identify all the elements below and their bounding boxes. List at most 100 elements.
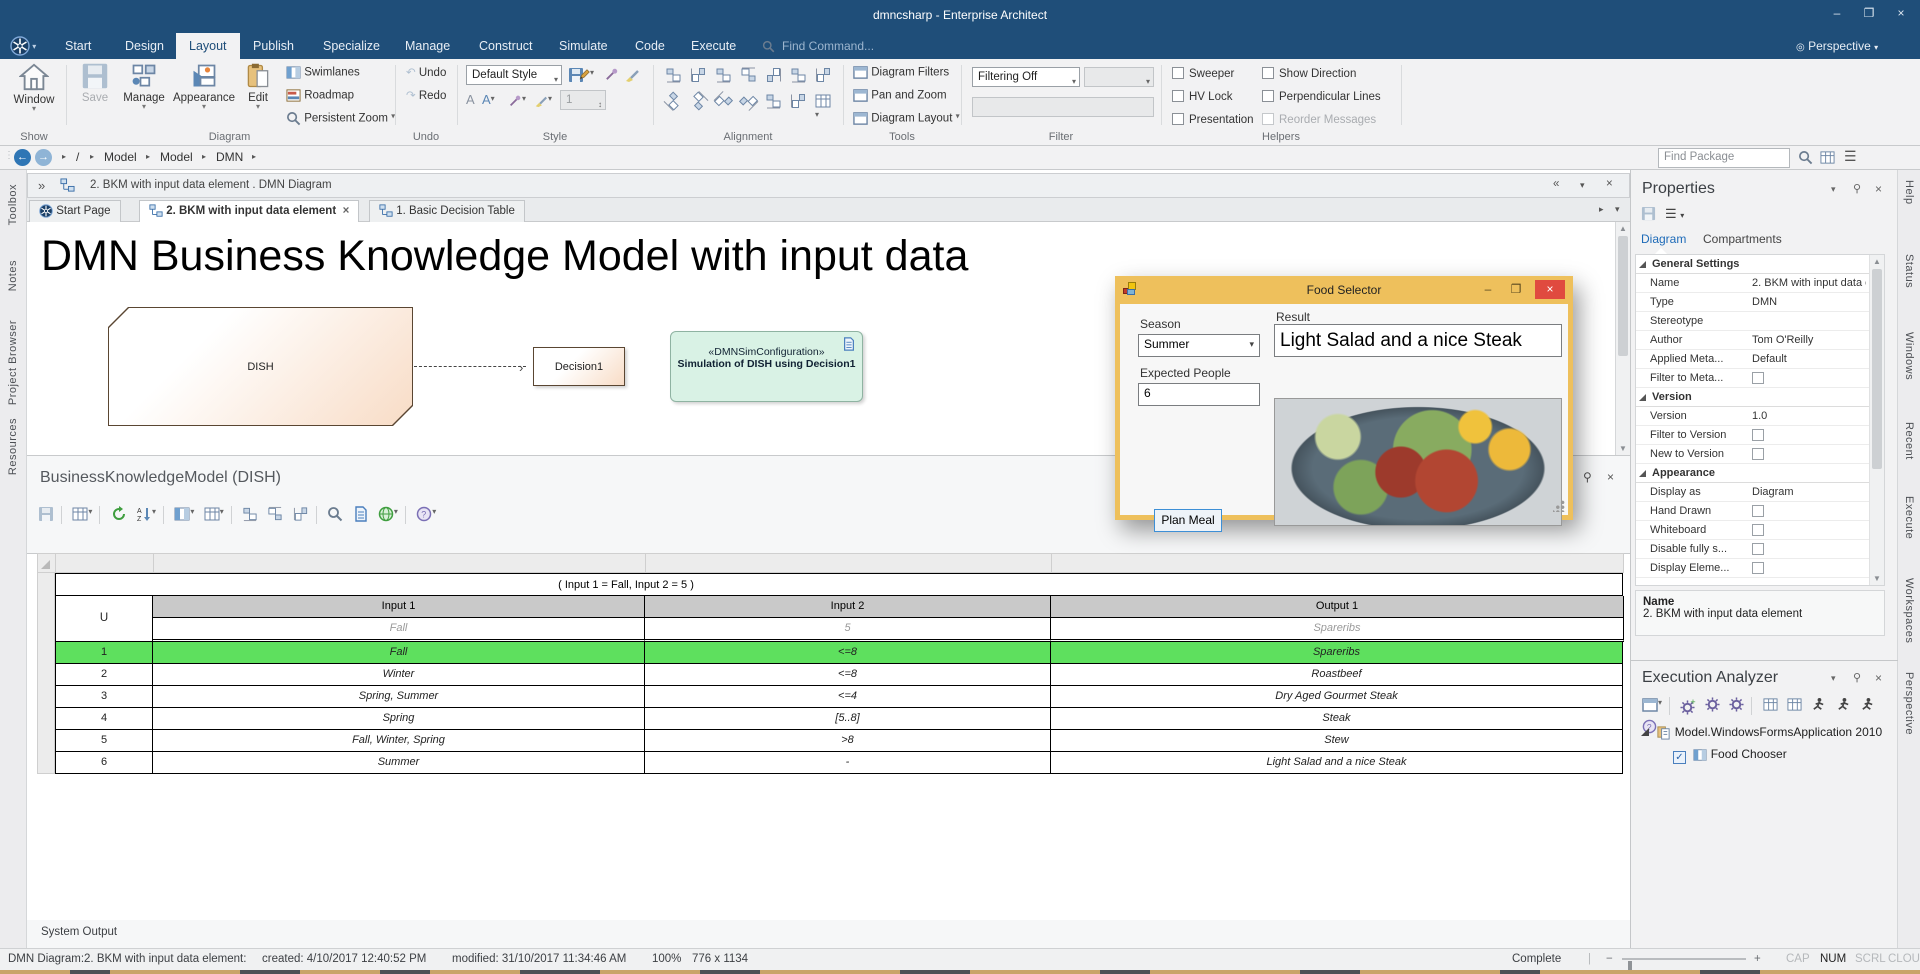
align-left-icon[interactable] [665, 93, 682, 109]
rail-tab-help[interactable]: Help [1903, 180, 1915, 205]
perpendicular-lines-checkbox[interactable]: Perpendicular Lines [1262, 90, 1381, 103]
table-row[interactable]: 1 Fall <=8 Spareribs [55, 642, 1623, 664]
find-package-input[interactable]: Find Package [1658, 148, 1790, 168]
scroll-up-icon[interactable]: ▲ [1870, 257, 1884, 266]
headline-row[interactable]: ( Input 1 = Fall, Input 2 = 5 ) [55, 573, 1623, 596]
find-package-search-icon[interactable] [1798, 150, 1813, 165]
input2-cell[interactable]: [5..8] [645, 708, 1051, 730]
row-gutter-cell[interactable] [37, 641, 55, 664]
ribbon-tab-simulate[interactable]: Simulate [546, 33, 621, 59]
hint-cell-input1[interactable]: Fall [153, 618, 645, 642]
save-icon[interactable] [35, 504, 57, 526]
canvas-vertical-scrollbar[interactable]: ▲ ▼ [1615, 222, 1630, 455]
scrollbar-thumb[interactable] [1872, 269, 1882, 469]
build-icon[interactable] [1760, 695, 1781, 717]
property-row[interactable]: Stereotype [1636, 312, 1884, 331]
input2-cell[interactable]: >8 [645, 730, 1051, 752]
add-script-icon[interactable]: + [1677, 695, 1698, 717]
ribbon-tab-layout[interactable]: Layout [176, 33, 240, 59]
input2-cell[interactable]: <=8 [645, 642, 1051, 664]
property-row[interactable]: Type DMN [1636, 293, 1884, 312]
table-row[interactable]: 6 Summer - Light Salad and a nice Steak [55, 752, 1623, 774]
input2-cell[interactable]: <=4 [645, 686, 1051, 708]
roadmap-button[interactable]: Roadmap [286, 88, 354, 103]
result-textbox[interactable]: Light Salad and a nice Steak [1274, 324, 1562, 357]
refresh-icon[interactable] [108, 504, 130, 526]
ribbon-tab-publish[interactable]: Publish [240, 33, 307, 59]
sort-icon[interactable]: ▾ [133, 504, 159, 526]
diagram-layout-button[interactable]: Diagram Layout ▾ [853, 111, 960, 126]
panel-menu-icon[interactable]: ▾ [1831, 673, 1836, 684]
expand-chevrons-icon[interactable]: » [38, 178, 45, 193]
panel-close-icon[interactable]: × [1607, 470, 1614, 484]
breadcrumb-dmn[interactable]: DMN [216, 150, 243, 164]
row-gutter-cell[interactable] [37, 729, 55, 752]
table-row[interactable]: 2 Winter <=8 Roastbeef [55, 664, 1623, 686]
persistent-zoom-button[interactable]: Persistent Zoom ▾ [286, 111, 395, 126]
appearance-button[interactable]: Appearance ▾ [172, 62, 236, 111]
breadcrumb-model-2[interactable]: Model [160, 150, 193, 164]
season-combobox[interactable]: Summer ▾ [1138, 334, 1260, 357]
style-painter-icon[interactable] [624, 67, 640, 83]
pin-icon[interactable]: ⚲ [1583, 470, 1592, 484]
plan-meal-button[interactable]: Plan Meal [1154, 509, 1222, 532]
zoom-slider[interactable] [1622, 958, 1746, 973]
window-button[interactable]: Window ▾ [10, 62, 58, 113]
zoom-in-icon[interactable]: + [1754, 953, 1761, 965]
row-number-cell[interactable]: 5 [55, 730, 153, 752]
input1-cell[interactable]: Spring [153, 708, 645, 730]
debug-run-icon[interactable] [1833, 695, 1854, 717]
checkbox-icon[interactable] [1752, 448, 1764, 460]
property-row[interactable]: Filter to Meta... [1636, 369, 1884, 388]
step-run-icon[interactable] [1857, 695, 1878, 717]
ribbon-tab-specialize[interactable]: Specialize [310, 33, 393, 59]
dependency-connector[interactable] [414, 366, 526, 367]
checkbox-icon[interactable] [1752, 543, 1764, 555]
nav-forward-button[interactable]: → [35, 149, 52, 166]
dialog-minimize-icon[interactable]: – [1475, 280, 1501, 299]
check-table-icon[interactable] [350, 504, 372, 526]
align-center-h-icon[interactable] [740, 67, 757, 83]
output1-cell[interactable]: Steak [1051, 708, 1623, 730]
property-row[interactable]: Version 1.0 [1636, 407, 1884, 426]
property-row[interactable]: Disable fully s... [1636, 540, 1884, 559]
analyzer-scripts-icon[interactable]: ▾ [1639, 695, 1665, 717]
properties-tab-diagram[interactable]: Diagram [1641, 232, 1686, 246]
decision-shape-decision1[interactable]: Decision1 [533, 347, 625, 386]
hamburger-menu-icon[interactable]: ☰ [1844, 148, 1857, 165]
ribbon-tab-manage[interactable]: Manage [392, 33, 463, 59]
zoom-out-icon[interactable]: − [1606, 953, 1613, 965]
property-row[interactable]: Author Tom O'Reilly [1636, 331, 1884, 350]
tab-start-page[interactable]: Start Page [29, 200, 121, 222]
checkbox-icon[interactable] [1752, 429, 1764, 441]
tab-bkm-with-input-data[interactable]: 2. BKM with input data element × [139, 200, 360, 222]
scroll-up-icon[interactable]: ▲ [1616, 224, 1630, 233]
output1-cell[interactable]: Light Salad and a nice Steak [1051, 752, 1623, 774]
rail-tab-recent[interactable]: Recent [1903, 422, 1915, 460]
align-resize-width-icon[interactable] [690, 67, 707, 83]
checkbox-icon[interactable] [1752, 505, 1764, 517]
rail-tab-project-browser[interactable]: Project Browser [7, 320, 19, 405]
scroll-down-icon[interactable]: ▼ [1616, 444, 1630, 453]
diagram-title-text[interactable]: DMN Business Knowledge Model with input … [41, 232, 968, 281]
properties-scrollbar[interactable]: ▲ ▼ [1869, 255, 1884, 585]
checkbox-icon[interactable] [1752, 372, 1764, 384]
scroll-down-icon[interactable]: ▼ [1870, 574, 1884, 583]
style-combobox[interactable]: Default Style ▾ [466, 65, 562, 85]
tab-basic-decision-table[interactable]: 1. Basic Decision Table [369, 200, 525, 222]
run-icon[interactable] [1808, 695, 1829, 717]
bring-forward-icon[interactable] [790, 67, 807, 83]
grid-layout-icon[interactable]: ▾ [815, 93, 832, 119]
font-color-button[interactable]: A▾ [482, 92, 495, 107]
help-icon[interactable]: ▾ [413, 504, 439, 526]
section-general-settings[interactable]: General Settings [1636, 255, 1884, 274]
panel-menu-icon[interactable]: ▾ [1831, 184, 1836, 195]
output1-cell[interactable]: Dry Aged Gourmet Steak [1051, 686, 1623, 708]
font-button[interactable]: A [466, 92, 475, 107]
sim-configuration-shape[interactable]: «DMNSimConfiguration» Simulation of DISH… [670, 331, 863, 402]
perspective-menu[interactable]: ◎ Perspective ▾ [1796, 39, 1878, 53]
table-row[interactable]: 5 Fall, Winter, Spring >8 Stew [55, 730, 1623, 752]
edit-script-icon[interactable] [1702, 695, 1723, 717]
rail-tab-resources[interactable]: Resources [7, 418, 19, 475]
fill-color-button[interactable]: ▾ [508, 93, 526, 108]
